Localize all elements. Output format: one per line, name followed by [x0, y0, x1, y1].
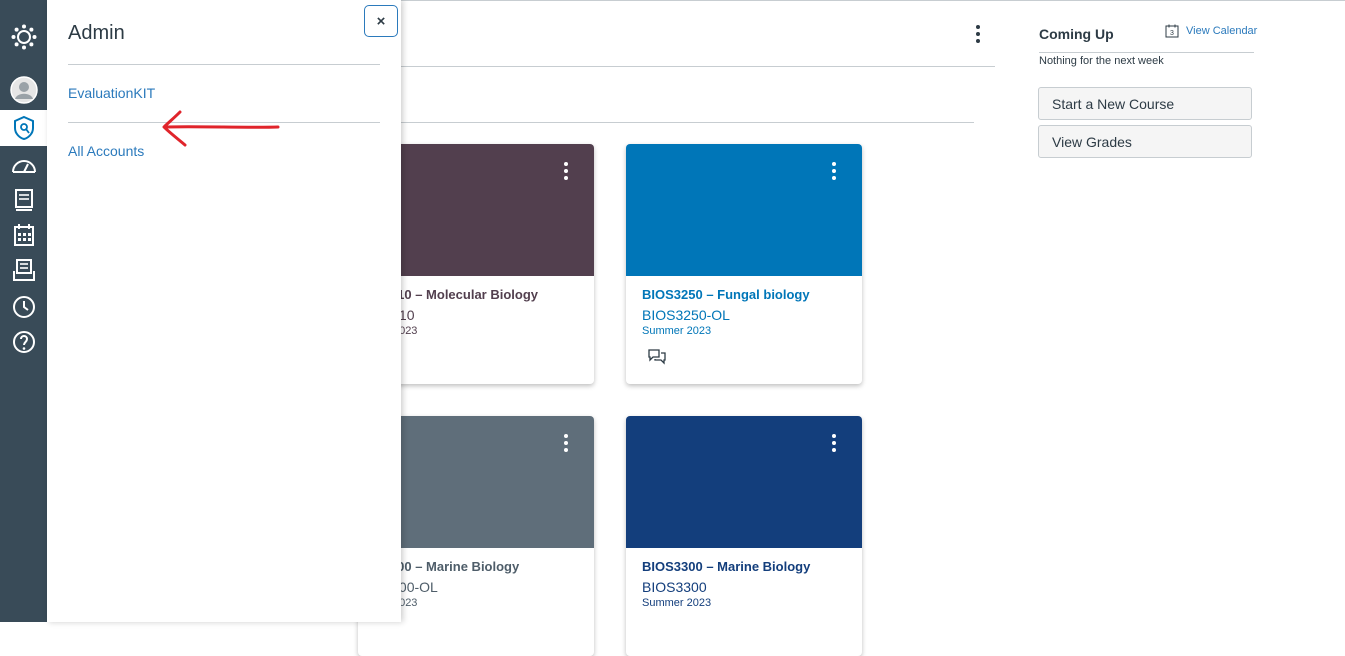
tray-divider	[68, 64, 380, 65]
canvas-logo-icon[interactable]	[0, 22, 47, 52]
inbox-icon[interactable]	[0, 255, 47, 285]
admin-shield-icon[interactable]	[0, 110, 47, 146]
close-icon[interactable]: ×	[364, 5, 398, 37]
tray-title: Admin	[68, 22, 125, 44]
course-card[interactable]: BIOS3300 – Marine Biology BIOS3300 Summe…	[626, 416, 862, 656]
course-code[interactable]: BIOS3250-OL	[642, 307, 730, 323]
account-avatar-icon[interactable]	[0, 75, 47, 105]
card-options-icon[interactable]	[828, 162, 840, 184]
course-term: Summer 2023	[642, 597, 712, 609]
card-options-icon[interactable]	[828, 434, 840, 456]
start-new-course-button[interactable]: Start a New Course	[1038, 87, 1252, 120]
course-title[interactable]: BIOS3300 – Marine Biology	[642, 559, 810, 574]
card-hero[interactable]	[626, 416, 862, 548]
help-question-icon[interactable]	[0, 327, 47, 357]
calendar-day: 3	[1170, 30, 1174, 37]
card-options-icon[interactable]	[560, 162, 572, 184]
courses-book-icon[interactable]	[0, 185, 47, 215]
all-accounts-link[interactable]: All Accounts	[68, 143, 144, 159]
calendar-icon[interactable]	[0, 220, 47, 250]
course-card[interactable]: BIOS3250 – Fungal biology BIOS3250-OL Su…	[626, 144, 862, 384]
admin-tray: Admin × EvaluationKIT All Accounts	[47, 0, 401, 622]
annotation-arrow-icon	[162, 110, 280, 147]
sidebar-divider	[1039, 52, 1254, 53]
coming-up-heading: Coming Up	[1039, 26, 1114, 42]
dashboard-options-icon[interactable]	[970, 22, 986, 46]
card-hero[interactable]	[626, 144, 862, 276]
view-grades-button[interactable]: View Grades	[1038, 125, 1252, 158]
course-title[interactable]: BIOS3250 – Fungal biology	[642, 287, 810, 302]
card-options-icon[interactable]	[560, 434, 572, 456]
course-code[interactable]: BIOS3300	[642, 579, 707, 595]
global-navigation	[0, 0, 47, 622]
discussions-icon[interactable]	[648, 349, 666, 365]
course-term: Summer 2023	[642, 325, 712, 337]
upcoming-empty-text: Nothing for the next week	[1039, 55, 1164, 67]
evaluationkit-link[interactable]: EvaluationKIT	[68, 85, 155, 101]
view-calendar-link[interactable]: View Calendar	[1186, 25, 1257, 37]
calendar-small-icon[interactable]: 3	[1165, 24, 1179, 38]
history-clock-icon[interactable]	[0, 292, 47, 322]
dashboard-gauge-icon[interactable]	[0, 150, 47, 180]
